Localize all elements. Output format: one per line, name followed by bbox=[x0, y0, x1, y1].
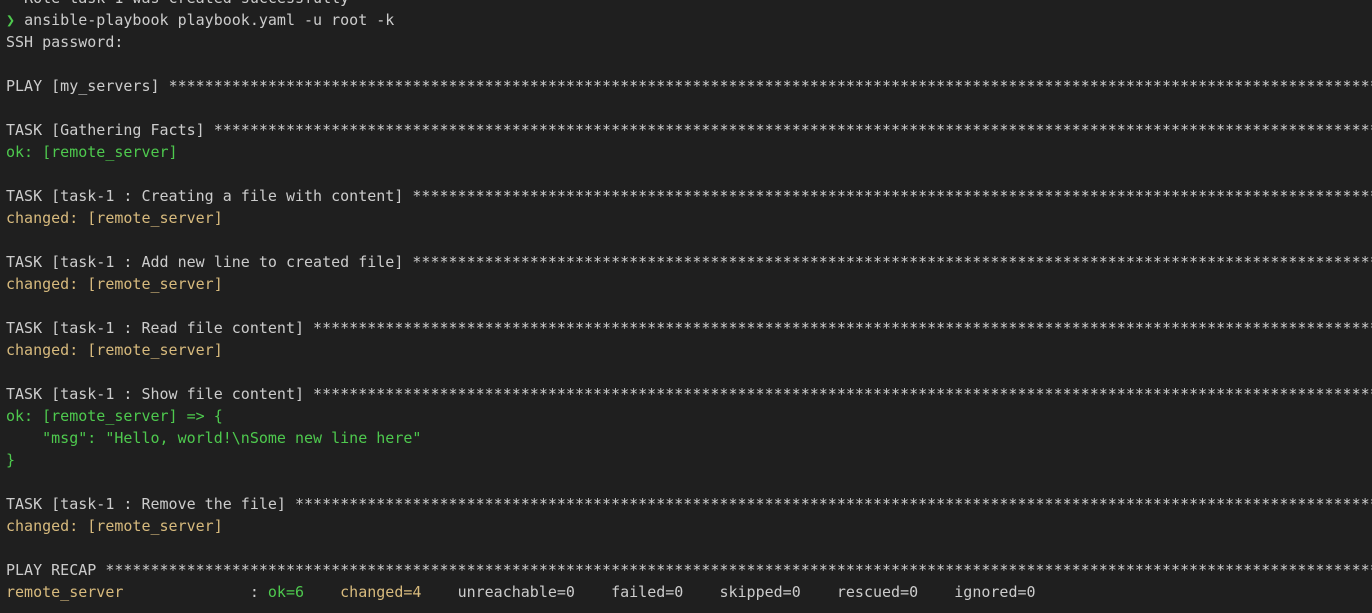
recap-unreachable: unreachable=0 bbox=[457, 583, 575, 601]
recap-host: remote_server bbox=[6, 583, 124, 601]
task-header-gathering-facts: TASK [Gathering Facts] *****************… bbox=[6, 119, 1372, 141]
task-header-create-file: TASK [task-1 : Creating a file with cont… bbox=[6, 185, 1372, 207]
task-header-remove-file: TASK [task-1 : Remove the file] ********… bbox=[6, 493, 1372, 515]
play-header: PLAY [my_servers] **********************… bbox=[6, 75, 1372, 97]
task-result-changed: changed: [remote_server] bbox=[6, 341, 223, 359]
terminal-output[interactable]: - Role task-1 was created successfully ❯… bbox=[6, 0, 1372, 603]
play-recap-header: PLAY RECAP *****************************… bbox=[6, 559, 1372, 581]
separator-stars: ****************************************… bbox=[313, 385, 1372, 403]
separator-stars: ****************************************… bbox=[412, 253, 1372, 271]
recap-row: remote_server : ok=6 changed=4 unreachab… bbox=[6, 583, 1036, 601]
separator-stars: ****************************************… bbox=[105, 561, 1372, 579]
task-header-show-file: TASK [task-1 : Show file content] ******… bbox=[6, 383, 1372, 405]
command-line: ❯ ansible-playbook playbook.yaml -u root… bbox=[6, 9, 1372, 31]
task-result-changed: changed: [remote_server] bbox=[6, 275, 223, 293]
recap-ok: ok=6 bbox=[267, 583, 305, 601]
separator-stars: ****************************************… bbox=[294, 495, 1372, 513]
recap-rescued: rescued=0 bbox=[836, 583, 919, 601]
separator-stars: ****************************************… bbox=[313, 319, 1372, 337]
recap-changed: changed=4 bbox=[340, 583, 422, 601]
previous-output-line: - Role task-1 was created successfully bbox=[6, 0, 1372, 9]
prompt-chevron-icon: ❯ bbox=[6, 11, 16, 29]
task-result-ok: ok: [remote_server] bbox=[6, 143, 178, 161]
separator-stars: ****************************************… bbox=[213, 121, 1372, 139]
task-result-msg: "msg": "Hello, world!\nSome new line her… bbox=[6, 429, 422, 447]
recap-ignored: ignored=0 bbox=[954, 583, 1036, 601]
separator-stars: ****************************************… bbox=[412, 187, 1372, 205]
recap-skipped: skipped=0 bbox=[719, 583, 801, 601]
ssh-password-prompt: SSH password: bbox=[6, 33, 124, 51]
task-result-ok-object: ok: [remote_server] => { bbox=[6, 407, 223, 425]
task-result-changed: changed: [remote_server] bbox=[6, 209, 223, 227]
task-result-close-brace: } bbox=[6, 451, 16, 469]
task-header-add-line: TASK [task-1 : Add new line to created f… bbox=[6, 251, 1372, 273]
task-header-read-file: TASK [task-1 : Read file content] ******… bbox=[6, 317, 1372, 339]
separator-stars: ****************************************… bbox=[168, 77, 1372, 95]
recap-failed: failed=0 bbox=[611, 583, 684, 601]
task-result-changed: changed: [remote_server] bbox=[6, 517, 223, 535]
command-text: ansible-playbook playbook.yaml -u root -… bbox=[24, 11, 395, 29]
